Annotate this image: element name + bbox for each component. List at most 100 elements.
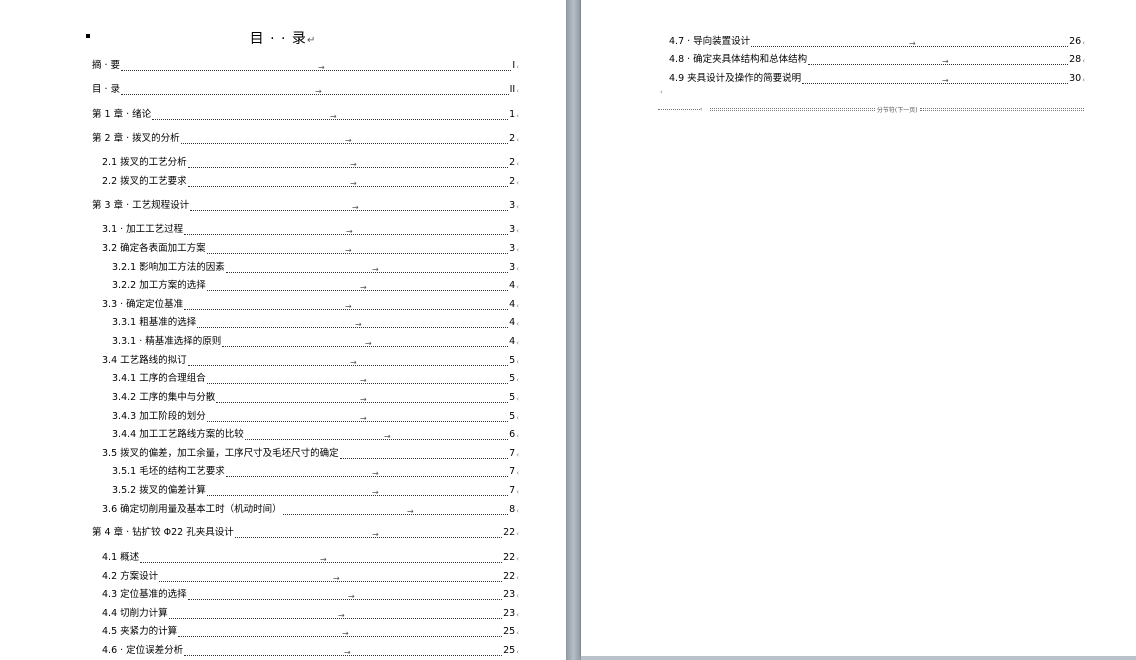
toc-entry[interactable]: 3.3 · 确定定位基准 → 4 ‹ <box>102 296 519 311</box>
toc-entry-label: 2.1 拨叉的工艺分析 <box>102 157 187 168</box>
dot-leader: → <box>180 133 509 145</box>
dot-leader: → <box>222 336 509 348</box>
toc-entry[interactable]: 第 4 章 · 钻扩铰 Φ22 孔夹具设计 → 22 ‹ <box>92 524 519 539</box>
toc-entry-label: 3.4.1 工序的合理组合 <box>112 373 206 384</box>
toc-entry[interactable]: 摘 · 要 → I ‹ <box>92 57 519 72</box>
toc-entry-page-number: 3 <box>509 224 516 235</box>
toc-entry[interactable]: 4.4 切削力计算 → 23 ‹ <box>102 605 519 620</box>
toc-entry[interactable]: 3.4.2 工序的集中与分散 → 5 ‹ <box>112 389 519 404</box>
toc-entry[interactable]: 3.4.4 加工工艺路线方案的比较 → 6 ‹ <box>112 426 519 441</box>
toc-entry[interactable]: 3.4.1 工序的合理组合 → 5 ‹ <box>112 370 519 385</box>
toc-entry[interactable]: 4.1 概述 → 22 ‹ <box>102 549 519 564</box>
tab-arrow-icon: → <box>360 283 367 292</box>
toc-entry[interactable]: 第 2 章 · 拨叉的分析 → 2 ‹ <box>92 130 519 145</box>
toc-entry-page-number: 5 <box>509 373 516 384</box>
toc-entry[interactable]: 3.4.3 加工阶段的划分 → 5 ‹ <box>112 408 519 423</box>
toc-entry-page-number: 22 <box>503 571 516 582</box>
toc-entry[interactable]: 2.1 拨叉的工艺分析 → 2 ‹ <box>102 154 519 169</box>
toc-entry[interactable]: 4.7 · 导向装置设计 → 26 ‹ <box>669 33 1085 48</box>
toc-entry[interactable]: 4.3 定位基准的选择 → 23 ‹ <box>102 586 519 601</box>
toc-entry-page-number: 3 <box>509 243 516 254</box>
section-break: ‹ 分节符(下一页) <box>658 104 1084 114</box>
tab-arrow-icon: → <box>365 339 372 348</box>
dot-leader: → <box>184 299 509 311</box>
toc-entry[interactable]: 目 · 录 → II ‹ <box>92 81 519 96</box>
tab-arrow-icon: → <box>360 395 367 404</box>
toc-entry[interactable]: 3.1 · 加工工艺过程 → 3 ‹ <box>102 221 519 236</box>
dot-leader: → <box>152 109 509 121</box>
toc-entry[interactable]: 3.6 确定切削用量及基本工时（机动时间） → 8 ‹ <box>102 501 519 516</box>
tab-arrow-icon: → <box>318 63 325 72</box>
tab-arrow-icon: → <box>372 488 379 497</box>
toc-entry[interactable]: 2.2 拨叉的工艺要求 → 2 ‹ <box>102 173 519 188</box>
dot-leader: → <box>184 224 509 236</box>
dot-leader: → <box>187 176 509 188</box>
toc-entry-label: 3.5.2 拨叉的偏差计算 <box>112 485 206 496</box>
toc-entry-page-number: 22 <box>503 527 516 538</box>
dot-leader: → <box>140 552 503 564</box>
toc-entry-page-number: 22 <box>503 552 516 563</box>
dot-leader: → <box>187 355 509 367</box>
toc-entry[interactable]: 4.9 夹具设计及操作的简要说明 → 30 ‹ <box>669 70 1085 85</box>
toc-entry-page-number: 23 <box>503 608 516 619</box>
toc-entry[interactable]: 3.2.2 加工方案的选择 → 4 ‹ <box>112 277 519 292</box>
dot-leader: → <box>751 36 1069 48</box>
paragraph-mark-icon: ‹ <box>516 302 519 310</box>
dot-leader: → <box>168 608 503 620</box>
toc-entry[interactable]: 3.5.1 毛坯的结构工艺要求 → 7 ‹ <box>112 463 519 478</box>
toc-entry[interactable]: 3.3.1 · 精基准选择的原则 → 4 ‹ <box>112 333 519 348</box>
dot-leader: → <box>802 73 1069 85</box>
toc-entry-label: 4.3 定位基准的选择 <box>102 589 187 600</box>
toc-entry[interactable]: 4.2 方案设计 → 22 ‹ <box>102 568 519 583</box>
toc-entry-page-number: 2 <box>509 157 516 168</box>
paragraph-mark-icon: ‹ <box>516 203 519 211</box>
toc-entry[interactable]: 3.5 拨叉的偏差，加工余量，工序尺寸及毛坯尺寸的确定 7 ‹ <box>102 445 519 459</box>
toc-entry[interactable]: 4.8 · 确定夹具体结构和总体结构 → 28 ‹ <box>669 51 1085 66</box>
dot-leader: → <box>216 392 509 404</box>
paragraph-mark-icon: ‹ <box>516 451 519 459</box>
dot-leader: → <box>187 589 503 601</box>
paragraph-mark-icon: ‹ <box>1082 39 1085 47</box>
toc-entry-label: 第 1 章 · 绪论 <box>92 109 152 120</box>
toc-entry[interactable]: 第 3 章 · 工艺规程设计 → 3 ‹ <box>92 197 519 212</box>
toc-entry[interactable]: 3.5.2 拨叉的偏差计算 → 7 ‹ <box>112 482 519 497</box>
paragraph-mark-icon: ‹ <box>516 179 519 187</box>
dot-leader: → <box>190 200 509 212</box>
dot-leader: → <box>206 411 509 423</box>
tab-arrow-icon: → <box>320 555 327 564</box>
toc-entry-page-number: 2 <box>509 133 516 144</box>
toc-entry-page-number: 7 <box>509 485 516 496</box>
toc-entry[interactable]: 3.2 确定各表面加工方案 → 3 ‹ <box>102 240 519 255</box>
tab-arrow-icon: → <box>342 629 349 638</box>
paragraph-mark-icon: ↵ <box>306 35 317 46</box>
toc-entry[interactable]: 3.3.1 粗基准的选择 → 4 ‹ <box>112 314 519 329</box>
paragraph-mark-icon: ‹ <box>516 358 519 366</box>
tab-arrow-icon: → <box>384 432 391 441</box>
paragraph-mark-icon: ‹ <box>660 88 663 96</box>
tab-arrow-icon: → <box>372 530 379 539</box>
tab-arrow-icon: → <box>315 87 322 96</box>
toc-entry[interactable]: 第 1 章 · 绪论 → 1 ‹ <box>92 106 519 121</box>
paragraph-mark-icon: ‹ <box>516 592 519 600</box>
dot-leader: → <box>197 317 509 329</box>
dot-leader <box>339 448 509 459</box>
toc-title-text: 目 · · 录 <box>249 31 307 47</box>
tab-arrow-icon: → <box>330 112 337 121</box>
tab-arrow-icon: → <box>407 507 414 516</box>
toc-entry[interactable]: 4.5 夹紧力的计算 → 25 ‹ <box>102 623 519 638</box>
toc-entry[interactable]: 3.4 工艺路线的拟订 → 5 ‹ <box>102 352 519 367</box>
toc-entry[interactable]: 3.2.1 影响加工方法的因素 → 3 ‹ <box>112 259 519 274</box>
paragraph-mark-icon: ‹ <box>1082 57 1085 65</box>
paragraph-mark-icon: ‹ <box>516 414 519 422</box>
toc-entry-label: 3.2 确定各表面加工方案 <box>102 243 206 254</box>
paragraph-mark-icon: ‹ <box>516 376 519 384</box>
document-page-right[interactable] <box>581 0 1136 656</box>
dot-leader: → <box>121 60 512 72</box>
dot-leader: → <box>159 571 503 583</box>
paragraph-mark-icon: ‹ <box>516 246 519 254</box>
tab-arrow-icon: → <box>350 179 357 188</box>
toc-entry[interactable]: 4.6 · 定位误差分析 → 25 ‹ <box>102 642 519 657</box>
toc-entry-page-number: 4 <box>509 280 516 291</box>
tab-arrow-icon: → <box>345 136 352 145</box>
toc-entry-page-number: 4 <box>509 299 516 310</box>
